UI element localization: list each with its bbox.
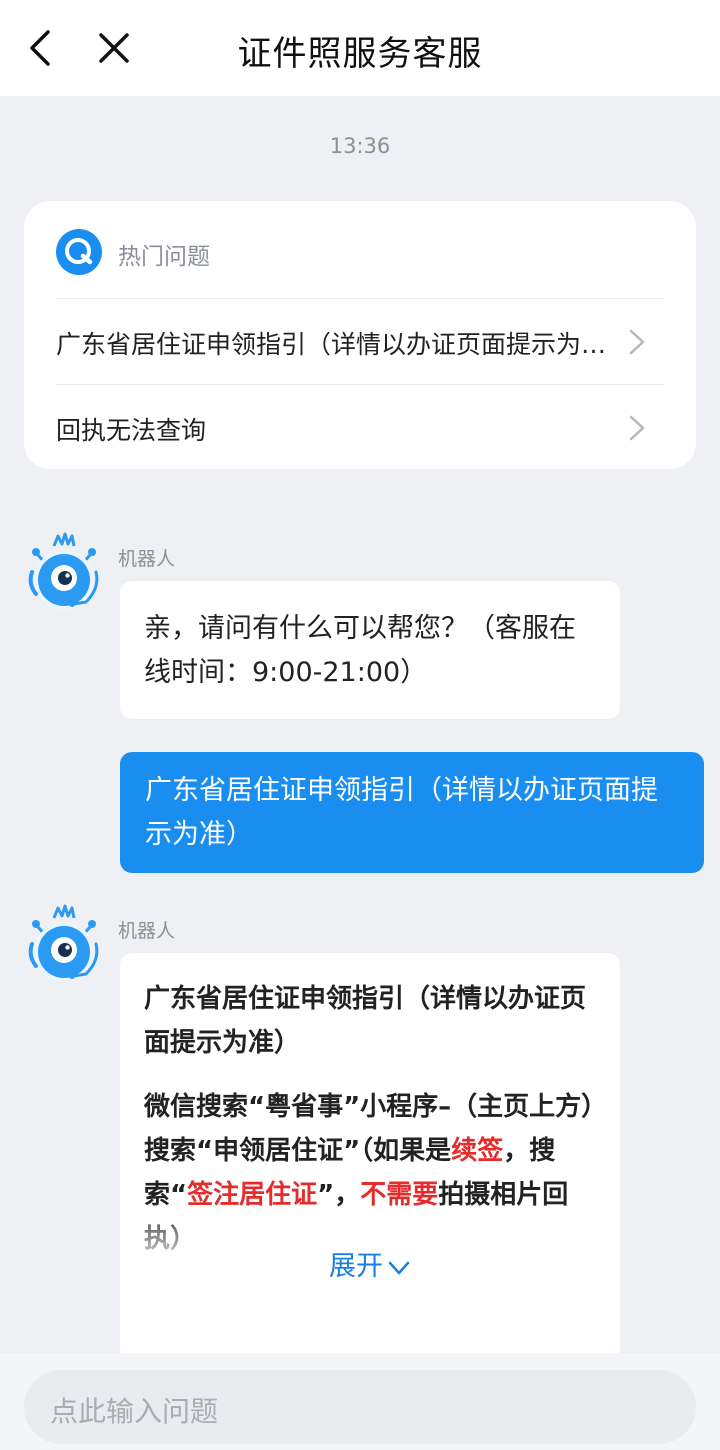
bot-message-text: 亲，请问有什么可以帮您？（客服在线时间：9:00-21:00）: [144, 613, 576, 688]
hot-question-item[interactable]: 回执无法查询: [56, 384, 664, 470]
top-bar: 证件照服务客服: [0, 0, 720, 96]
bot-rich-message-bubble: 广东省居住证申领指引（详情以办证页面提示为准） 微信搜索“粤省事”小程序–（主页…: [120, 953, 620, 1373]
chevron-right-icon: [626, 327, 648, 357]
bot-message-bubble: 亲，请问有什么可以帮您？（客服在线时间：9:00-21:00）: [120, 581, 620, 719]
question-input[interactable]: 点此输入问题: [24, 1370, 696, 1444]
hot-question-item[interactable]: 广东省居住证申领指引（详情以办证页面提示为准）: [56, 298, 664, 384]
hot-question-label: 回执无法查询: [56, 416, 207, 445]
hot-questions-title: 热门问题: [118, 244, 210, 270]
chevron-right-icon: [626, 413, 648, 443]
hot-questions-card: 热门问题 广东省居住证申领指引（详情以办证页面提示为准） 回执无法查询: [24, 201, 696, 469]
sender-name: 机器人: [118, 548, 176, 570]
user-message-bubble: 广东省居住证申领指引（详情以办证页面提示为准）: [120, 752, 704, 873]
q-chat-icon: [56, 229, 102, 275]
expand-label: 展开: [329, 1251, 383, 1282]
chevron-down-icon: [388, 1261, 410, 1274]
robot-avatar-icon: [24, 904, 104, 986]
input-bar: 点此输入问题: [0, 1353, 720, 1450]
question-input-placeholder: 点此输入问题: [50, 1395, 219, 1428]
chat-timestamp: 13:36: [329, 134, 391, 158]
page-title: 证件照服务客服: [237, 34, 483, 74]
robot-avatar-icon: [24, 532, 104, 614]
guide-highlight: 续签: [451, 1136, 504, 1166]
user-message-text: 广东省居住证申领指引（详情以办证页面提示为准）: [145, 775, 658, 850]
expand-button[interactable]: 展开: [120, 1245, 620, 1289]
hot-question-label: 广东省居住证申领指引（详情以办证页面提示为准）: [56, 330, 611, 359]
sender-name: 机器人: [118, 920, 176, 942]
guide-heading: 广东省居住证申领指引（详情以办证页面提示为准）: [144, 984, 587, 1058]
